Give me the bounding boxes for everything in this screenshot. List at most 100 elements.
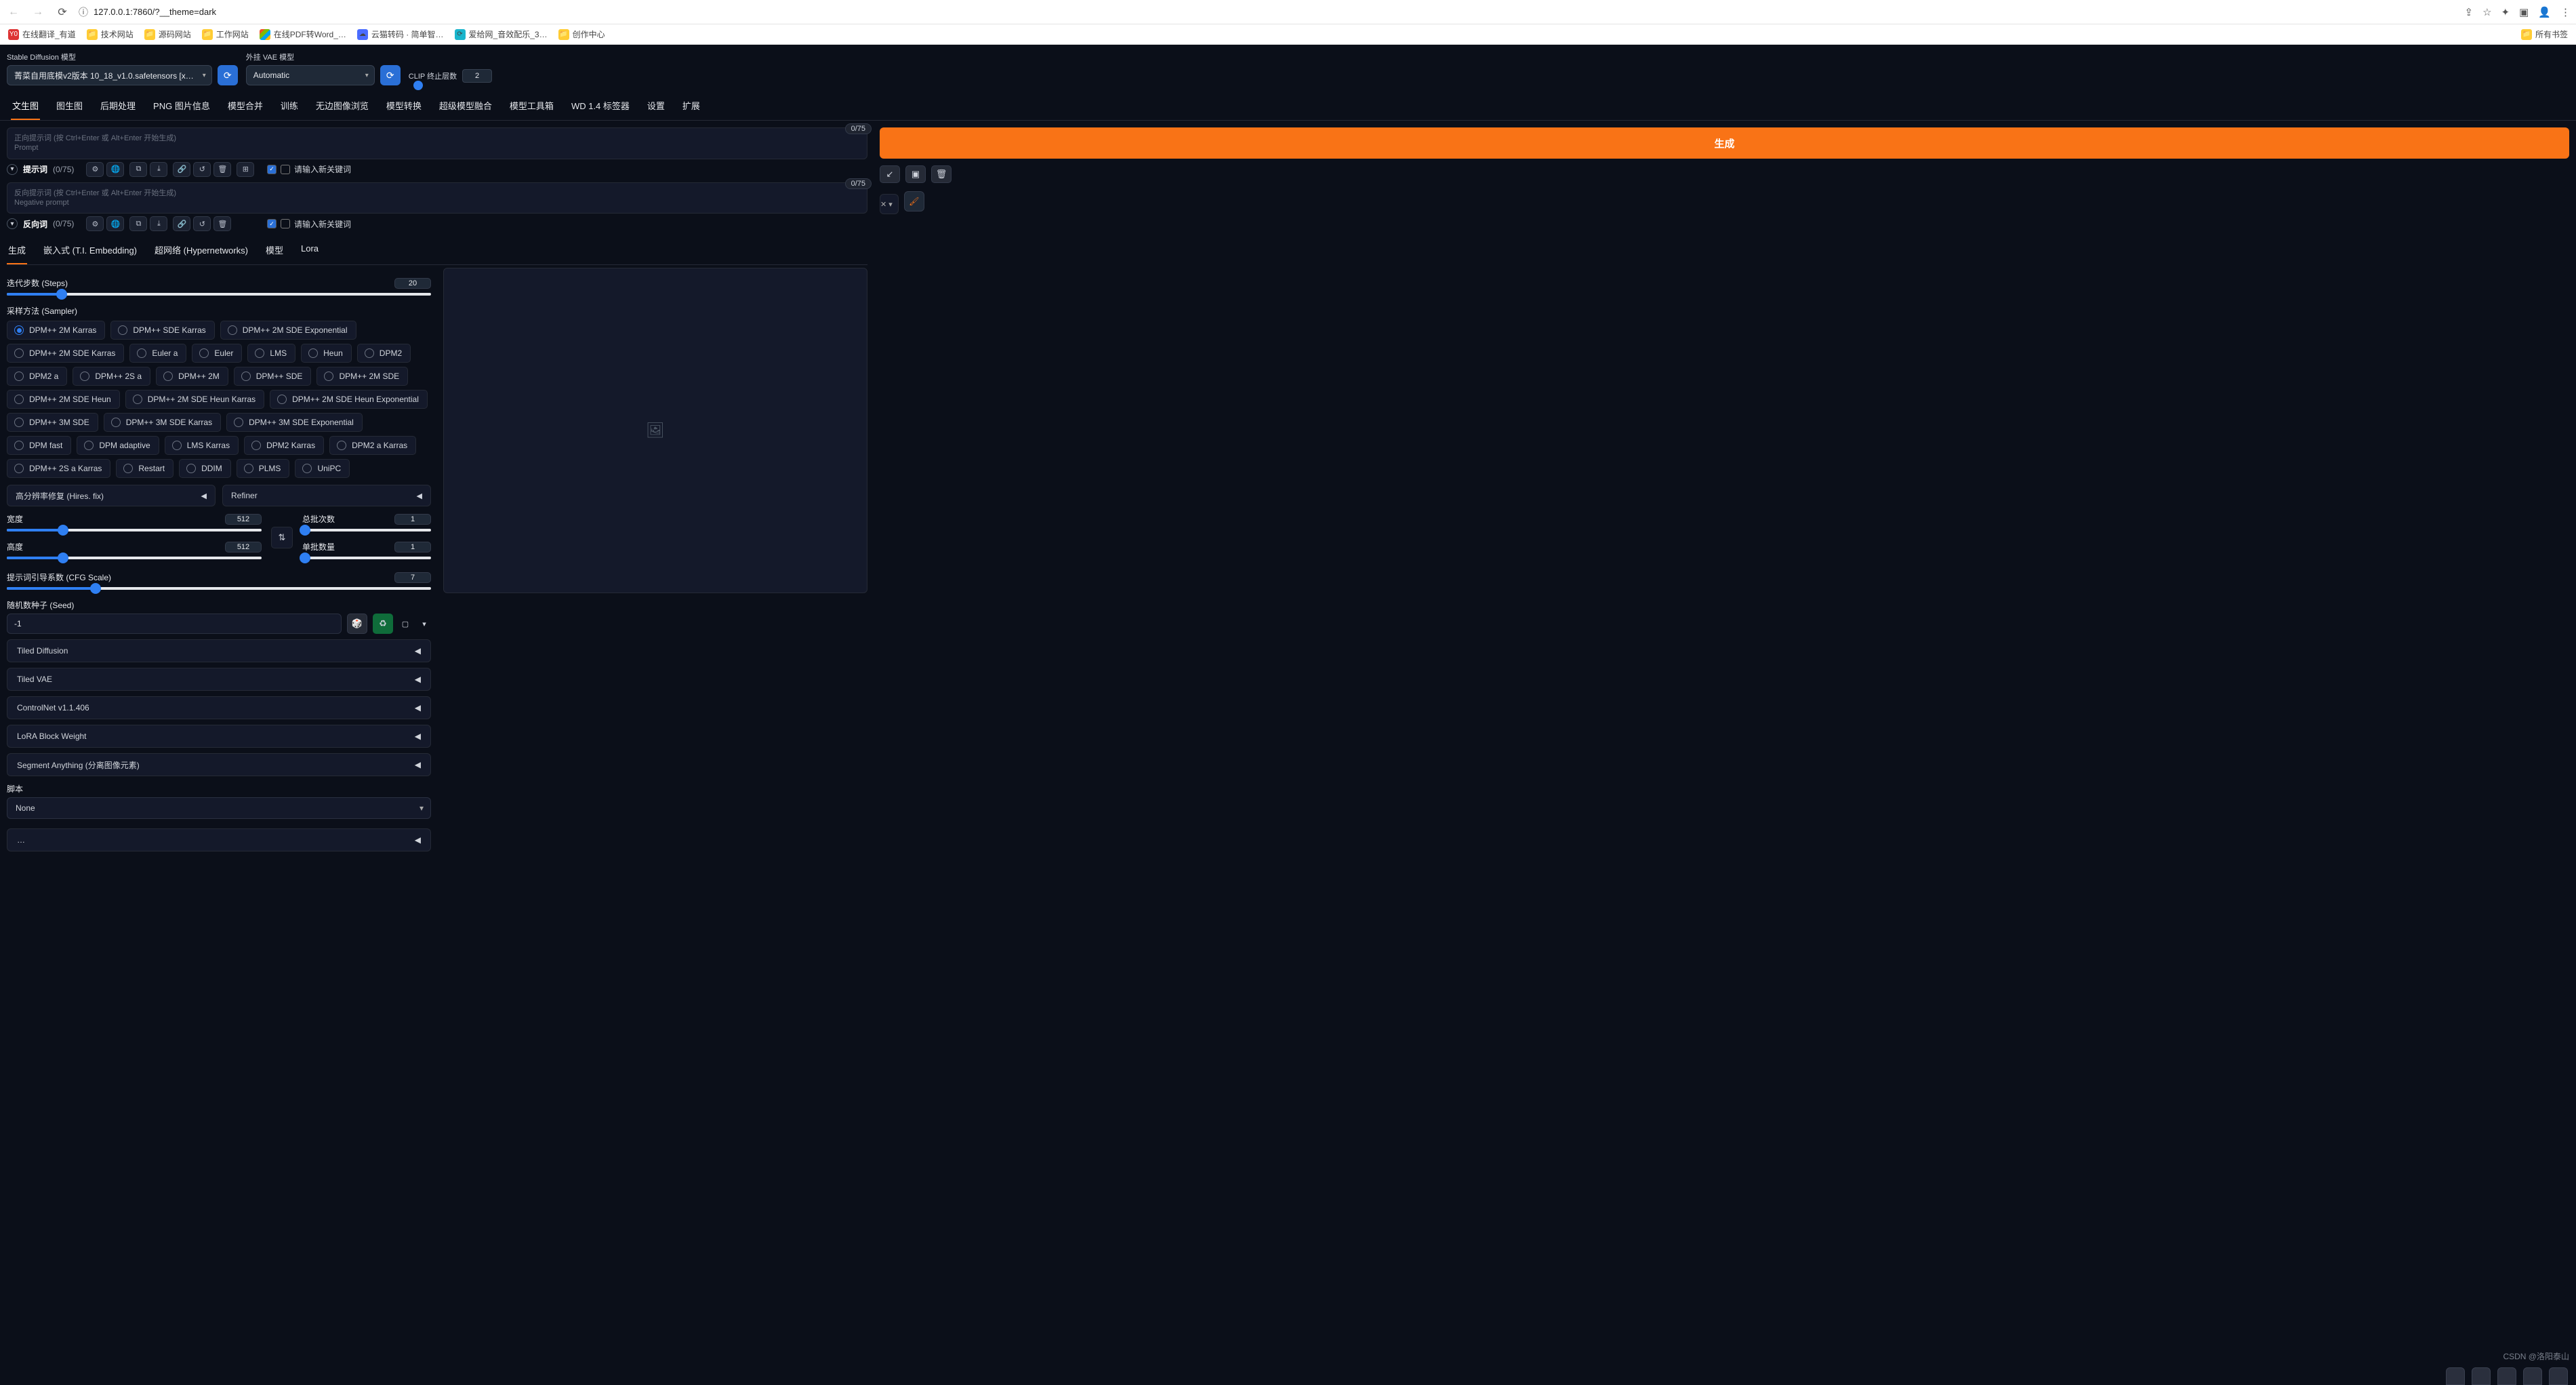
bookmark-item[interactable]: 📁工作网站 bbox=[202, 28, 249, 40]
sampler-option[interactable]: UniPC bbox=[295, 459, 350, 478]
width-value[interactable]: 512 bbox=[225, 514, 262, 525]
keyword-input-toggle[interactable]: ✓ 请输入新关键词 bbox=[267, 163, 351, 175]
globe-icon[interactable]: 🌐 bbox=[106, 162, 124, 177]
neg-keyword-input-toggle[interactable]: ✓ 请输入新关键词 bbox=[267, 218, 351, 230]
cfg-value[interactable]: 7 bbox=[394, 572, 431, 583]
sampler-option[interactable]: DPM adaptive bbox=[77, 436, 159, 455]
accordion-lora-block[interactable]: LoRA Block Weight◀ bbox=[7, 725, 431, 748]
sd-refresh-button[interactable]: ⟳ bbox=[218, 65, 238, 85]
window-icon[interactable]: ▣ bbox=[2519, 6, 2529, 18]
sampler-option[interactable]: DPM++ 2M SDE Heun Karras bbox=[125, 390, 264, 409]
height-slider[interactable] bbox=[7, 557, 262, 559]
paste-prompt-button[interactable]: ↙ bbox=[880, 165, 900, 183]
dock-item[interactable] bbox=[2446, 1367, 2465, 1385]
batch-size-slider[interactable] bbox=[302, 557, 431, 559]
tab-merge[interactable]: 模型合并 bbox=[226, 94, 264, 120]
seed-reuse-button[interactable]: ♻ bbox=[373, 614, 393, 634]
download-icon[interactable]: ⤓ bbox=[150, 162, 167, 177]
subtab-hypernet[interactable]: 超网络 (Hypernetworks) bbox=[153, 238, 249, 264]
sampler-option[interactable]: LMS Karras bbox=[165, 436, 239, 455]
sampler-option[interactable]: DPM++ 2S a Karras bbox=[7, 459, 110, 478]
sampler-option[interactable]: DPM2 bbox=[357, 344, 411, 363]
sampler-option[interactable]: DPM++ SDE Karras bbox=[110, 321, 214, 340]
tab-supermerger[interactable]: 超级模型融合 bbox=[438, 94, 493, 120]
sampler-option[interactable]: DPM++ 2M Karras bbox=[7, 321, 105, 340]
tab-pnginfo[interactable]: PNG 图片信息 bbox=[152, 94, 211, 120]
sampler-option[interactable]: DPM2 a bbox=[7, 367, 67, 386]
accordion-more[interactable]: …◀ bbox=[7, 828, 431, 851]
vae-select[interactable]: Automatic▾ bbox=[246, 65, 375, 85]
tab-infinite-browser[interactable]: 无边图像浏览 bbox=[314, 94, 370, 120]
sampler-option[interactable]: DPM fast bbox=[7, 436, 71, 455]
clip-value[interactable]: 2 bbox=[462, 69, 492, 83]
styles-select[interactable]: ✕ ▾ bbox=[880, 194, 899, 214]
sampler-option[interactable]: DPM2 a Karras bbox=[329, 436, 416, 455]
dock-item[interactable] bbox=[2472, 1367, 2491, 1385]
delete-style-button[interactable]: 🗑 bbox=[931, 165, 952, 183]
bookmark-item[interactable]: ⟳爱给网_音效配乐_3… bbox=[455, 28, 548, 40]
nav-reload[interactable]: ⟳ bbox=[54, 4, 70, 20]
cfg-slider[interactable] bbox=[7, 587, 431, 590]
sampler-option[interactable]: DPM++ 3M SDE Karras bbox=[104, 413, 221, 432]
grid-icon[interactable]: ⊞ bbox=[237, 162, 254, 177]
dock-item[interactable] bbox=[2549, 1367, 2568, 1385]
bookmark-item[interactable]: 📁源码网站 bbox=[144, 28, 191, 40]
clear-prompt-button[interactable]: ▣ bbox=[905, 165, 926, 183]
accordion-tiled-diffusion[interactable]: Tiled Diffusion◀ bbox=[7, 639, 431, 662]
swap-wh-button[interactable]: ⇅ bbox=[271, 527, 293, 548]
sampler-option[interactable]: Heun bbox=[301, 344, 352, 363]
profile-icon[interactable]: 👤 bbox=[2538, 6, 2551, 18]
sampler-option[interactable]: DPM++ 2M SDE Heun bbox=[7, 390, 120, 409]
prompt-textarea[interactable]: 正向提示词 (按 Ctrl+Enter 或 Alt+Enter 开始生成) Pr… bbox=[7, 127, 867, 159]
bookmark-item[interactable]: Y0在线翻译_有道 bbox=[8, 28, 76, 40]
seed-extra-caret[interactable]: ▾ bbox=[417, 620, 431, 628]
url-bar[interactable]: ⓘ 127.0.0.1:7860/?__theme=dark bbox=[79, 5, 2457, 19]
globe-icon[interactable]: 🌐 bbox=[106, 216, 124, 231]
sampler-option[interactable]: DPM++ 3M SDE Exponential bbox=[226, 413, 363, 432]
accordion-segment-anything[interactable]: Segment Anything (分离图像元素)◀ bbox=[7, 753, 431, 776]
nav-back[interactable]: ← bbox=[5, 4, 22, 20]
sampler-option[interactable]: DPM++ SDE bbox=[234, 367, 312, 386]
undo-icon[interactable]: ↺ bbox=[193, 216, 211, 231]
tab-extras[interactable]: 后期处理 bbox=[99, 94, 137, 120]
sampler-option[interactable]: Restart bbox=[116, 459, 173, 478]
steps-value[interactable]: 20 bbox=[394, 278, 431, 289]
undo-icon[interactable]: ↺ bbox=[193, 162, 211, 177]
bookmark-item[interactable]: 📁创作中心 bbox=[558, 28, 605, 40]
bookmark-item[interactable]: 在线PDF转Word_… bbox=[260, 28, 346, 40]
copy-icon[interactable]: ⧉ bbox=[129, 216, 147, 231]
subtab-generate[interactable]: 生成 bbox=[7, 238, 27, 264]
neg-prompt-textarea[interactable]: 反向提示词 (按 Ctrl+Enter 或 Alt+Enter 开始生成) Ne… bbox=[7, 182, 867, 214]
sampler-option[interactable]: Euler a bbox=[129, 344, 186, 363]
subtab-model[interactable]: 模型 bbox=[264, 238, 285, 264]
batch-size-value[interactable]: 1 bbox=[394, 542, 431, 553]
width-slider[interactable] bbox=[7, 529, 262, 531]
sampler-option[interactable]: DDIM bbox=[179, 459, 231, 478]
sampler-option[interactable]: DPM++ 2S a bbox=[73, 367, 150, 386]
sampler-option[interactable]: DPM++ 2M SDE bbox=[316, 367, 408, 386]
sd-model-select[interactable]: 菁菜自用底模v2版本 10_18_v1.0.safetensors [x…▾ bbox=[7, 65, 212, 85]
expand-icon[interactable]: ▾ bbox=[7, 164, 18, 175]
sampler-option[interactable]: LMS bbox=[247, 344, 295, 363]
seed-random-button[interactable]: 🎲 bbox=[347, 614, 367, 634]
hires-fix-panel[interactable]: 高分辨率修复 (Hires. fix)◀ bbox=[7, 485, 216, 506]
accordion-tiled-vae[interactable]: Tiled VAE◀ bbox=[7, 668, 431, 691]
refiner-panel[interactable]: Refiner◀ bbox=[222, 485, 431, 506]
accordion-controlnet[interactable]: ControlNet v1.1.406◀ bbox=[7, 696, 431, 719]
kebab-icon[interactable]: ⋮ bbox=[2560, 6, 2571, 18]
height-value[interactable]: 512 bbox=[225, 542, 262, 553]
link-icon[interactable]: 🔗 bbox=[173, 162, 190, 177]
dock-item[interactable] bbox=[2497, 1367, 2516, 1385]
copy-icon[interactable]: ⧉ bbox=[129, 162, 147, 177]
star-icon[interactable]: ☆ bbox=[2482, 6, 2491, 18]
sampler-option[interactable]: DPM++ 2M SDE Exponential bbox=[220, 321, 356, 340]
seed-extra-checkbox[interactable]: ▢ bbox=[398, 620, 412, 628]
sampler-option[interactable]: DPM++ 2M SDE Heun Exponential bbox=[270, 390, 428, 409]
sampler-option[interactable]: DPM++ 3M SDE bbox=[7, 413, 98, 432]
share-icon[interactable]: ⇪ bbox=[2465, 6, 2474, 18]
generate-button[interactable]: 生成 bbox=[880, 127, 2569, 159]
sampler-option[interactable]: DPM++ 2M SDE Karras bbox=[7, 344, 124, 363]
all-bookmarks[interactable]: 📁所有书签 bbox=[2521, 28, 2568, 40]
subtab-embedding[interactable]: 嵌入式 (T.I. Embedding) bbox=[42, 238, 138, 264]
puzzle-icon[interactable]: ✦ bbox=[2501, 6, 2510, 18]
